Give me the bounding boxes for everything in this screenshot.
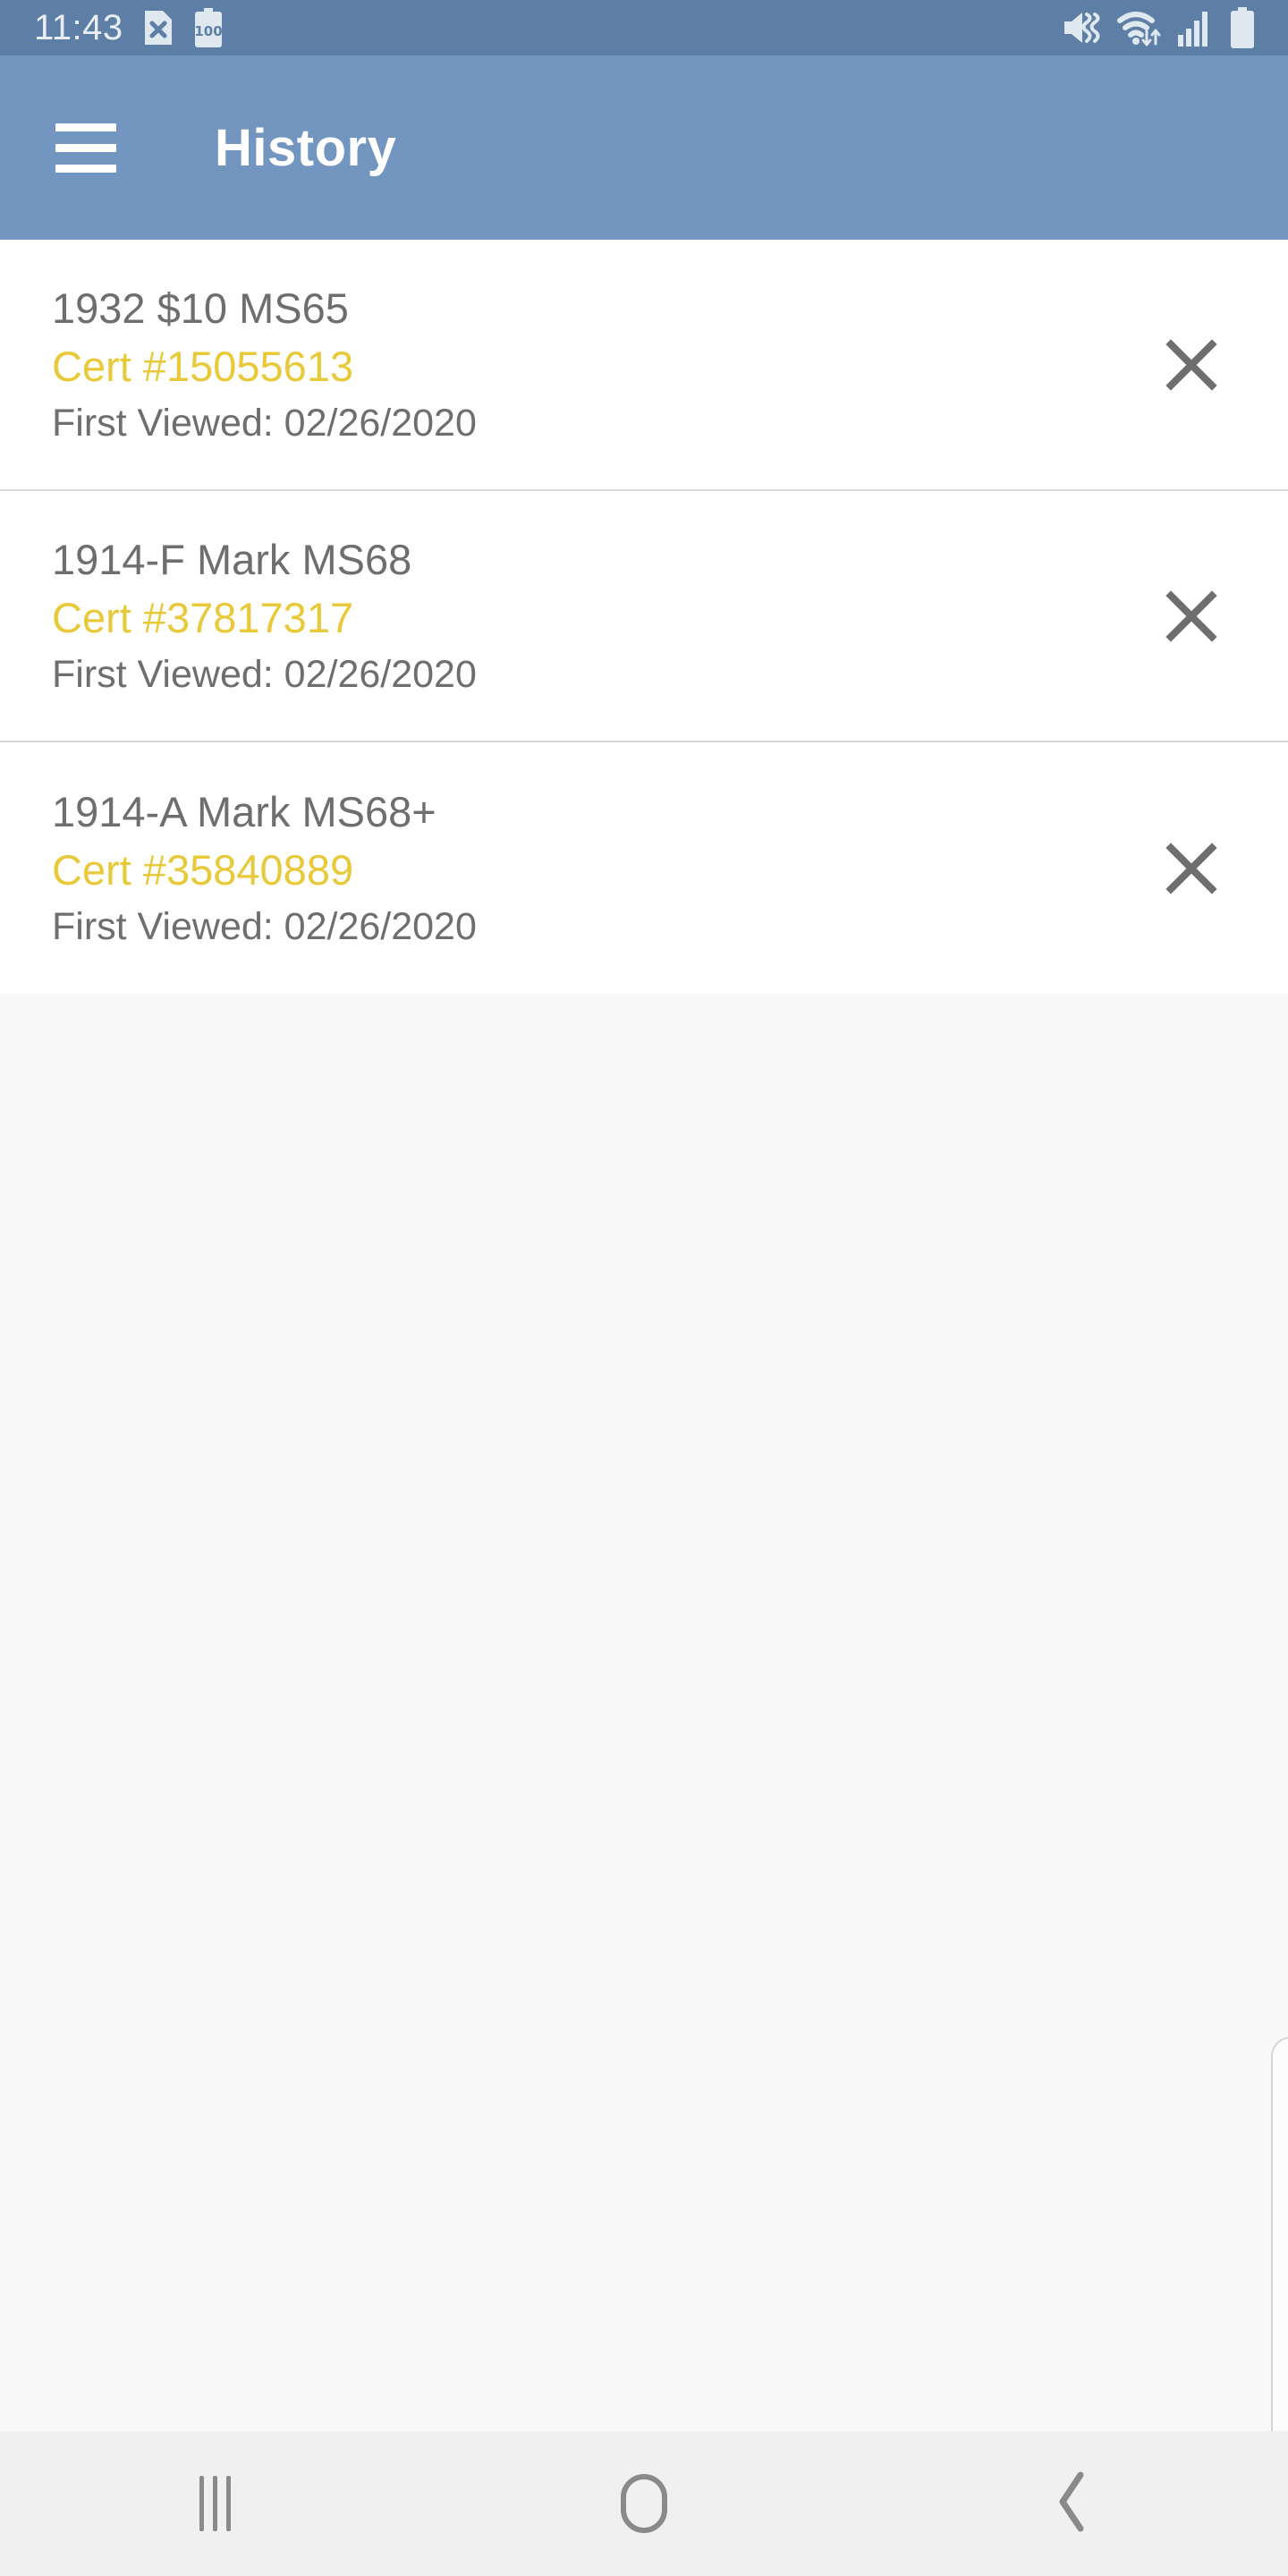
app-bar: History	[0, 55, 1288, 240]
cellular-signal-icon	[1177, 8, 1215, 47]
status-bar-right	[1061, 7, 1288, 48]
close-x-icon[interactable]	[1124, 298, 1258, 432]
status-clock: 11:43	[34, 8, 123, 47]
empty-content-area	[0, 995, 1288, 2529]
item-cert-number: Cert #35840889	[52, 846, 354, 894]
item-title: 1914-F Mark MS68	[52, 535, 412, 583]
list-item-text: 1914-F Mark MS68 Cert #37817317 First Vi…	[0, 535, 1124, 698]
mute-vibrate-icon	[1061, 9, 1102, 47]
home-icon	[621, 2474, 667, 2533]
item-title: 1932 $10 MS65	[52, 284, 349, 332]
recents-icon	[199, 2476, 231, 2531]
item-title: 1914-A Mark MS68+	[52, 787, 436, 835]
battery-icon	[1229, 7, 1256, 48]
file-x-icon	[143, 9, 174, 47]
back-button[interactable]	[984, 2431, 1163, 2576]
home-button[interactable]	[555, 2431, 733, 2576]
status-bar-left: 11:43 100	[0, 8, 224, 47]
close-x-icon[interactable]	[1124, 801, 1258, 936]
recents-button[interactable]	[125, 2431, 304, 2576]
battery-level-icon: 100	[193, 8, 224, 47]
page-title: History	[215, 118, 397, 177]
system-navigation-bar	[0, 2431, 1288, 2576]
list-item-text: 1914-A Mark MS68+ Cert #35840889 First V…	[0, 787, 1124, 950]
close-x-icon[interactable]	[1124, 549, 1258, 683]
history-list: 1932 $10 MS65 Cert #15055613 First Viewe…	[0, 240, 1288, 994]
wifi-icon	[1116, 8, 1163, 47]
list-item[interactable]: 1932 $10 MS65 Cert #15055613 First Viewe…	[0, 240, 1288, 491]
status-bar: 11:43 100	[0, 0, 1288, 55]
back-chevron-icon	[1054, 2470, 1093, 2538]
item-first-viewed: First Viewed: 02/26/2020	[52, 401, 477, 445]
item-first-viewed: First Viewed: 02/26/2020	[52, 652, 477, 696]
phone-screen: 11:43 100 History 1932 $10 MS65 Cert #15…	[0, 0, 1288, 2576]
item-first-viewed: First Viewed: 02/26/2020	[52, 904, 477, 948]
list-item[interactable]: 1914-F Mark MS68 Cert #37817317 First Vi…	[0, 491, 1288, 742]
item-cert-number: Cert #15055613	[52, 343, 354, 391]
item-cert-number: Cert #37817317	[52, 594, 354, 642]
svg-text:100: 100	[194, 23, 222, 39]
list-item[interactable]: 1914-A Mark MS68+ Cert #35840889 First V…	[0, 742, 1288, 994]
list-item-text: 1932 $10 MS65 Cert #15055613 First Viewe…	[0, 284, 1124, 446]
hamburger-menu-icon[interactable]	[55, 100, 150, 195]
